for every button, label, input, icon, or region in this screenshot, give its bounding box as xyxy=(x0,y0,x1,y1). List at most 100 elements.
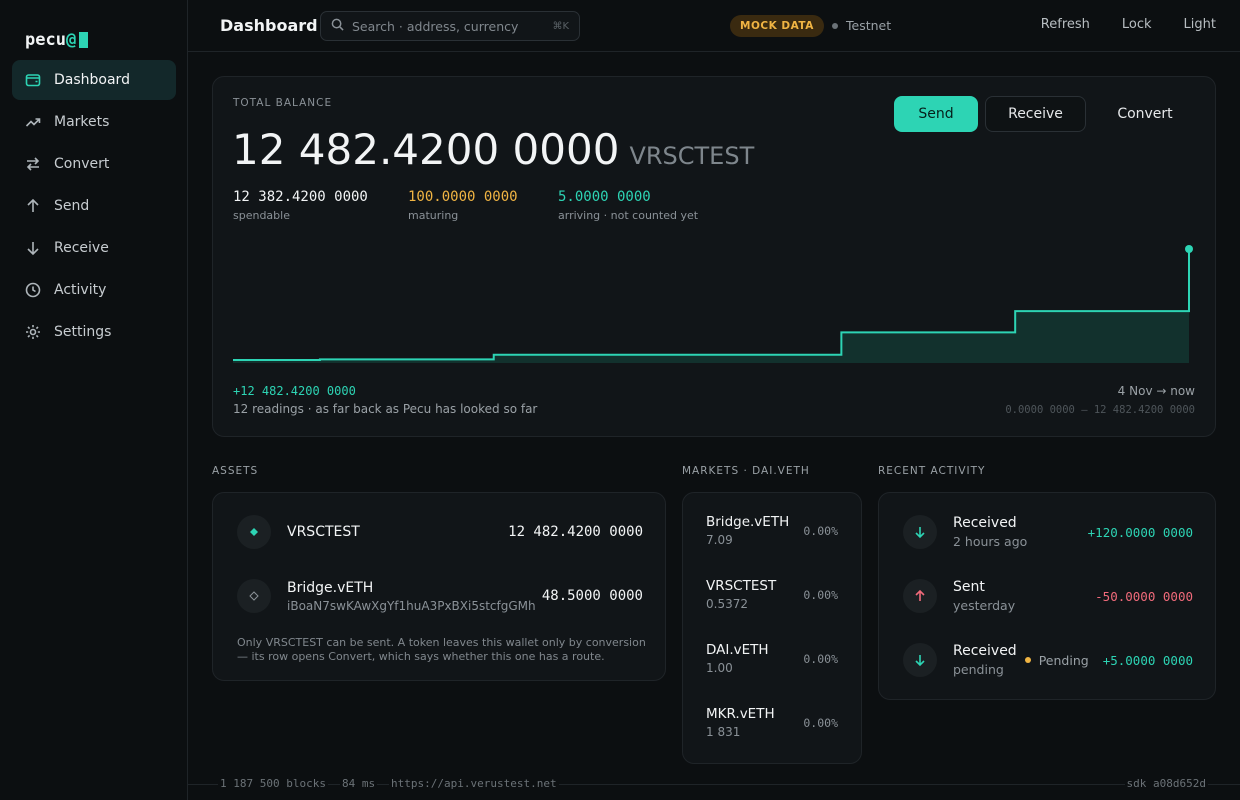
arriving-stat: 5.0000 0000 arriving · not counted yet xyxy=(558,189,698,222)
search-box[interactable]: ⌘K xyxy=(320,11,580,41)
top-actions: Refresh Lock Light xyxy=(1009,17,1216,32)
activity-title: Sent xyxy=(953,579,985,595)
arrow-down-icon xyxy=(24,239,42,257)
search-shortcut: ⌘K xyxy=(552,20,569,32)
maturing-value: 100.0000 0000 xyxy=(408,189,518,205)
pending-badge: Pending xyxy=(1024,652,1089,668)
block-height: 1 187 500 blocks xyxy=(218,777,328,790)
status-bar: 1 187 500 blocks 84 ms https://api.verus… xyxy=(188,777,1240,800)
network-label: Testnet xyxy=(846,18,892,33)
sidebar-item-send[interactable]: Send xyxy=(12,186,176,226)
network-status-dot xyxy=(832,22,838,29)
activity-time: yesterday xyxy=(953,598,1016,613)
activity-heading: RECENT ACTIVITY xyxy=(878,465,986,477)
asset-row[interactable]: Bridge.vETH iBoaN7swKAwXgYf1huA3PxBXi5st… xyxy=(237,578,643,614)
sidebar-item-dashboard[interactable]: Dashboard xyxy=(12,60,176,100)
arrow-up-icon xyxy=(24,197,42,215)
market-change: 0.00% xyxy=(803,588,838,602)
cursor-block xyxy=(79,32,89,48)
balance-area xyxy=(233,249,1189,363)
asset-address: iBoaN7swKAwXgYf1huA3PxBXi5stcfgGMh xyxy=(287,598,536,613)
clock-icon xyxy=(24,281,42,299)
spendable-value: 12 382.4200 0000 xyxy=(233,189,368,205)
pending-label: Pending xyxy=(1038,652,1089,668)
top-bar: Dashboard ⌘K MOCK DATA Testnet Refresh L… xyxy=(188,0,1240,52)
search-icon xyxy=(331,18,352,35)
activity-row[interactable]: Sent yesterday -50.0000 0000 xyxy=(903,578,1193,614)
page-title: Dashboard xyxy=(220,16,318,35)
sidebar-item-label: Settings xyxy=(54,324,112,340)
swap-icon xyxy=(24,155,42,173)
pending-dot xyxy=(1024,657,1031,663)
sidebar-item-convert[interactable]: Convert xyxy=(12,144,176,184)
spendable-stat: 12 382.4200 0000 spendable xyxy=(233,189,368,222)
brand-logo[interactable]: pecu @ xyxy=(25,30,89,50)
trending-up-icon xyxy=(24,113,42,131)
market-row[interactable]: DAI.vETH 1.00 0.00% xyxy=(706,642,838,678)
sidebar-item-label: Markets xyxy=(54,114,110,130)
activity-amount: +120.0000 0000 xyxy=(1087,524,1193,540)
sidebar-item-label: Receive xyxy=(54,240,109,256)
sidebar-item-activity[interactable]: Activity xyxy=(12,270,176,310)
sdk-version: sdk a08d652d xyxy=(1124,777,1208,790)
total-balance-currency: VRSCTEST xyxy=(629,142,755,170)
send-button[interactable]: Send xyxy=(894,96,978,132)
sidebar-item-settings[interactable]: Settings xyxy=(12,312,176,352)
network-indicator[interactable]: Testnet xyxy=(832,18,891,33)
latest-point xyxy=(1185,245,1193,253)
readings-note: 12 readings · as far back as Pecu has lo… xyxy=(233,402,538,416)
arrow-down-icon xyxy=(903,643,937,677)
market-row[interactable]: MKR.vETH 1 831 0.00% xyxy=(706,706,838,742)
markets-card: Bridge.vETH 7.09 0.00% VRSCTEST 0.5372 0… xyxy=(682,492,862,764)
market-change: 0.00% xyxy=(803,652,838,666)
activity-amount: +5.0000 0000 xyxy=(1102,652,1193,668)
arrow-down-icon xyxy=(903,515,937,549)
market-change: 0.00% xyxy=(803,524,838,538)
activity-amount: -50.0000 0000 xyxy=(1095,588,1193,604)
asset-row[interactable]: VRSCTEST 12 482.4200 0000 xyxy=(237,514,643,550)
activity-row[interactable]: Received pending Pending +5.0000 0000 xyxy=(903,642,1193,678)
balance-gain: +12 482.4200 0000 xyxy=(233,384,356,398)
balance-card: TOTAL BALANCE 12 482.4200 0000 VRSCTEST … xyxy=(212,76,1216,437)
asset-amount: 48.5000 0000 xyxy=(541,588,643,604)
sidebar-item-label: Convert xyxy=(54,156,110,172)
activity-title: Received xyxy=(953,643,1017,659)
convert-button[interactable]: Convert xyxy=(1093,96,1197,132)
chart-footer-left: +12 482.4200 0000 12 readings · as far b… xyxy=(233,384,537,416)
api-endpoint[interactable]: https://api.verustest.net xyxy=(389,777,559,790)
market-change: 0.00% xyxy=(803,716,838,730)
total-balance-label: TOTAL BALANCE xyxy=(233,97,333,109)
chart-minmax: 0.0000 0000 – 12 482.4200 0000 xyxy=(1005,404,1195,416)
sidebar-item-label: Dashboard xyxy=(54,72,130,88)
gear-icon xyxy=(24,323,42,341)
wallet-icon xyxy=(24,71,42,89)
market-row[interactable]: Bridge.vETH 7.09 0.00% xyxy=(706,514,838,550)
sidebar: pecu @ Dashboard Markets Convert Send Rec… xyxy=(0,0,188,800)
asset-name: Bridge.vETH xyxy=(287,579,374,596)
asset-name: VRSCTEST xyxy=(287,524,360,540)
assets-card: VRSCTEST 12 482.4200 0000 Bridge.vETH iB… xyxy=(212,492,666,681)
assets-heading: ASSETS xyxy=(212,465,259,477)
sidebar-item-receive[interactable]: Receive xyxy=(12,228,176,268)
sidebar-item-label: Activity xyxy=(54,282,107,298)
activity-title: Received xyxy=(953,515,1017,531)
total-balance: 12 482.4200 0000 VRSCTEST xyxy=(232,125,754,174)
search-input[interactable] xyxy=(352,18,553,34)
sidebar-item-label: Send xyxy=(54,198,90,214)
total-balance-amount: 12 482.4200 0000 xyxy=(232,125,620,174)
maturing-stat: 100.0000 0000 maturing xyxy=(408,189,518,222)
market-row[interactable]: VRSCTEST 0.5372 0.00% xyxy=(706,578,838,614)
refresh-button[interactable]: Refresh xyxy=(1041,17,1090,32)
theme-toggle-button[interactable]: Light xyxy=(1184,17,1216,32)
arrow-up-icon xyxy=(903,579,937,613)
diamond-filled-icon xyxy=(237,515,271,549)
activity-card: Received 2 hours ago +120.0000 0000 Sent… xyxy=(878,492,1216,700)
balance-chart xyxy=(233,245,1193,363)
receive-button[interactable]: Receive xyxy=(985,96,1086,132)
chart-footer-right: 4 Nov → now 0.0000 0000 – 12 482.4200 00… xyxy=(1005,384,1195,416)
lock-button[interactable]: Lock xyxy=(1122,17,1152,32)
sidebar-item-markets[interactable]: Markets xyxy=(12,102,176,142)
mock-data-badge: MOCK DATA xyxy=(730,15,824,37)
activity-row[interactable]: Received 2 hours ago +120.0000 0000 xyxy=(903,514,1193,550)
sidebar-nav: Dashboard Markets Convert Send Receive A… xyxy=(12,60,176,354)
